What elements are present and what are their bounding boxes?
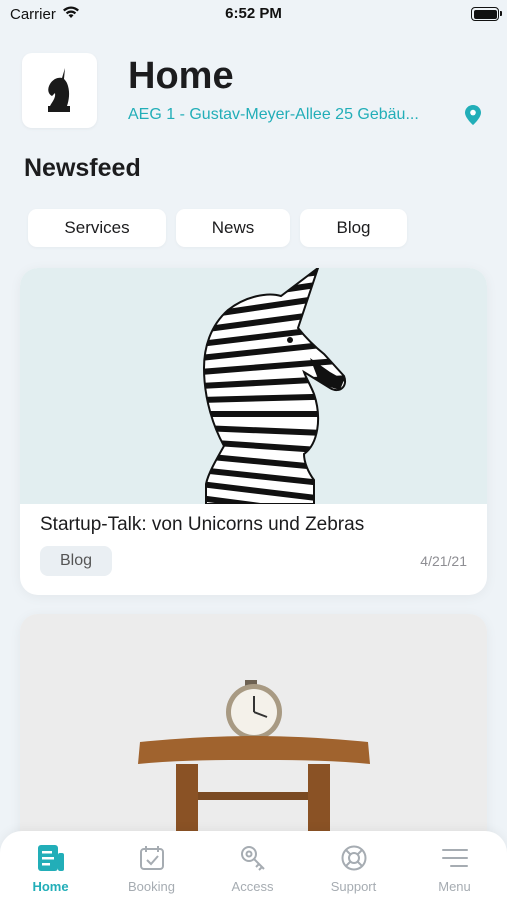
tab-label: Menu xyxy=(438,879,471,894)
location-pin-icon[interactable] xyxy=(465,105,481,125)
news-card[interactable] xyxy=(20,614,487,854)
tab-access[interactable]: Access xyxy=(202,831,303,900)
page-title: Home xyxy=(128,55,234,97)
card-image xyxy=(20,268,487,504)
filter-chip-blog[interactable]: Blog xyxy=(300,209,407,247)
status-bar: Carrier 6:52 PM xyxy=(0,0,507,28)
status-time: 6:52 PM xyxy=(225,5,282,22)
location-link[interactable]: AEG 1 - Gustav-Meyer-Allee 25 Gebäu... xyxy=(128,106,448,124)
card-tag: Blog xyxy=(40,546,112,576)
clock-on-stool-photo xyxy=(20,614,487,854)
card-date: 4/21/21 xyxy=(420,553,467,569)
tab-label: Access xyxy=(231,879,274,894)
card-title: Startup-Talk: von Unicorns und Zebras xyxy=(40,514,365,535)
filter-chip-services[interactable]: Services xyxy=(28,209,166,247)
tab-booking[interactable]: Booking xyxy=(101,831,202,900)
zebra-unicorn-illustration xyxy=(202,268,346,504)
news-card[interactable]: Startup-Talk: von Unicorns und Zebras Bl… xyxy=(20,268,487,595)
key-icon xyxy=(241,846,265,871)
tab-label: Booking xyxy=(128,879,175,894)
tab-home[interactable]: Home xyxy=(0,831,101,900)
app-logo xyxy=(22,53,97,128)
tab-support[interactable]: Support xyxy=(303,831,404,900)
newsfeed-title: Newsfeed xyxy=(24,154,141,182)
tab-menu[interactable]: Menu xyxy=(404,831,505,900)
tab-label: Support xyxy=(330,879,377,894)
unicorn-chess-knight-icon xyxy=(48,68,70,112)
news-icon xyxy=(38,845,64,871)
tab-label: Home xyxy=(32,879,69,894)
calendar-check-icon xyxy=(140,846,164,870)
battery-icon xyxy=(471,7,502,21)
card-image xyxy=(20,614,487,854)
filter-chip-news[interactable]: News xyxy=(176,209,290,247)
lifebuoy-icon xyxy=(341,845,367,871)
tab-bar: Home Booking Access Support Menu xyxy=(0,831,507,900)
menu-icon xyxy=(442,849,468,867)
